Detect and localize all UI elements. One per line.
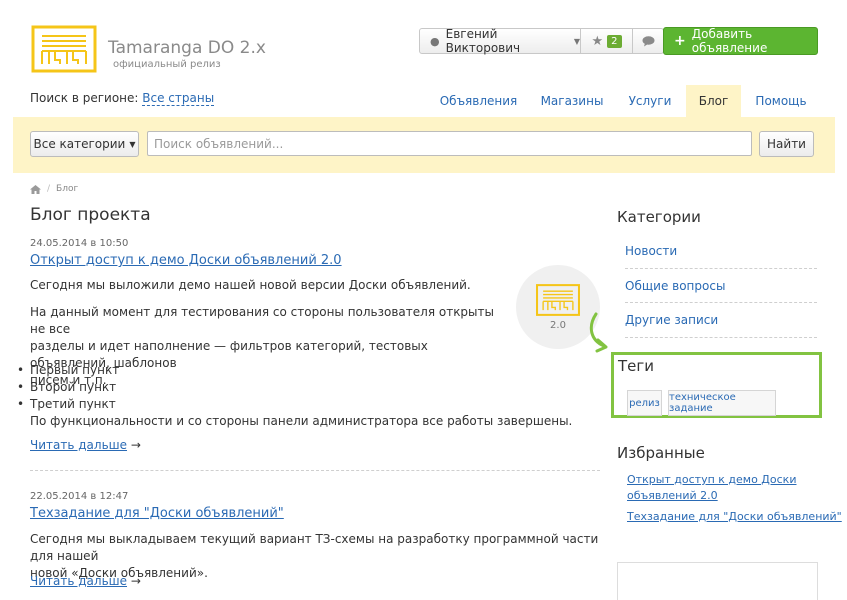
- divider: [625, 302, 817, 303]
- home-icon[interactable]: [30, 184, 41, 194]
- tab-services[interactable]: Услуги: [621, 85, 679, 117]
- user-name: Евгений Викторович: [445, 27, 521, 55]
- user-icon: ●: [430, 34, 440, 48]
- search-input[interactable]: [147, 131, 752, 156]
- post-bullet-list: Первый пункт Второй пункт Третий пункт: [17, 362, 119, 413]
- favorites-count-badge: 2: [607, 34, 622, 48]
- post-date: 22.05.2014 в 12:47: [30, 491, 129, 502]
- tab-listings[interactable]: Объявления: [436, 85, 521, 117]
- post-paragraph: Сегодня мы выложили демо нашей новой вер…: [30, 278, 471, 292]
- chat-bubble-icon: [642, 35, 654, 46]
- arrow-right-icon: →: [130, 438, 141, 452]
- favorite-post-link[interactable]: Техзадание для "Доски объявлений": [627, 509, 842, 525]
- region-link[interactable]: Все страны: [142, 91, 215, 106]
- messages-button[interactable]: [632, 28, 664, 54]
- post-text-line: На данный момент для тестирования со сто…: [30, 305, 494, 336]
- tab-blog[interactable]: Блог: [686, 85, 741, 117]
- list-item: Первый пункт: [17, 362, 119, 379]
- favorite-link-line: объявлений 2.0: [627, 489, 718, 502]
- add-listing-button[interactable]: + Добавить объявление: [663, 27, 818, 55]
- sidebar-widget-box: [617, 562, 818, 600]
- post-date: 24.05.2014 в 10:50: [30, 238, 129, 249]
- thumbnail-caption: 2.0: [550, 320, 566, 331]
- tag-link[interactable]: техническое задание: [668, 390, 776, 416]
- breadcrumb-separator: /: [47, 184, 51, 194]
- favorites-heading: Избранные: [617, 444, 705, 462]
- logo-thumbnail-icon: [536, 284, 580, 316]
- favorite-link-line: Открыт доступ к демо Доски: [627, 473, 797, 486]
- list-item: Второй пункт: [17, 379, 119, 396]
- read-more-label: Читать дальше: [30, 438, 128, 452]
- annotation-arrow-icon: [589, 312, 608, 353]
- tag-link[interactable]: релиз: [627, 390, 662, 416]
- post-divider: [30, 470, 600, 471]
- favorite-link-line: Техзадание для "Доски объявлений": [627, 510, 842, 523]
- site-title: Tamaranga DO 2.x: [108, 38, 266, 58]
- post-title-link[interactable]: Техзадание для "Доски объявлений": [30, 506, 284, 521]
- read-more-label: Читать дальше: [30, 574, 128, 588]
- region-selector: Поиск в регионе: Все страны: [30, 91, 215, 106]
- post-paragraph: По функциональности и со стороны панели …: [30, 414, 573, 428]
- page-title: Блог проекта: [30, 205, 151, 225]
- post-title-link[interactable]: Открыт доступ к демо Доски объявлений 2.…: [30, 253, 342, 268]
- tags-widget: Теги релиз техническое задание: [611, 352, 822, 418]
- site-subtitle: официальный релиз: [113, 59, 221, 70]
- list-item: Третий пункт: [17, 396, 119, 413]
- tab-shops[interactable]: Магазины: [533, 85, 611, 117]
- breadcrumb-current: Блог: [56, 184, 79, 194]
- arrow-right-icon: →: [130, 574, 141, 588]
- region-label: Поиск в регионе:: [30, 91, 139, 105]
- site-logo[interactable]: [30, 24, 98, 74]
- divider: [625, 268, 817, 269]
- breadcrumb: / Блог: [30, 184, 78, 194]
- categories-heading: Категории: [617, 208, 701, 226]
- category-dropdown-button[interactable]: Все категории ▼: [30, 131, 139, 157]
- category-dropdown-label: Все категории: [33, 137, 126, 151]
- tab-help[interactable]: Помощь: [750, 85, 812, 117]
- find-button[interactable]: Найти: [759, 131, 814, 157]
- favorite-post-link[interactable]: Открыт доступ к демо Доски объявлений 2.…: [627, 472, 796, 504]
- post-text-line: Сегодня мы выкладываем текущий вариант Т…: [30, 532, 599, 563]
- read-more-link[interactable]: Читать дальше →: [30, 438, 141, 452]
- favorites-button[interactable]: ★ 2: [580, 28, 633, 54]
- user-menu-button[interactable]: ● Евгений Викторович ▼: [419, 27, 581, 55]
- divider: [625, 337, 817, 338]
- category-link-general[interactable]: Общие вопросы: [625, 279, 725, 293]
- add-listing-label: Добавить объявление: [691, 27, 768, 55]
- caret-down-icon: ▼: [129, 139, 136, 149]
- tags-heading: Теги: [618, 357, 655, 375]
- category-link-news[interactable]: Новости: [625, 244, 677, 258]
- star-icon: ★: [591, 33, 604, 49]
- read-more-link[interactable]: Читать дальше →: [30, 574, 141, 588]
- plus-icon: +: [674, 33, 686, 49]
- category-link-other[interactable]: Другие записи: [625, 313, 718, 327]
